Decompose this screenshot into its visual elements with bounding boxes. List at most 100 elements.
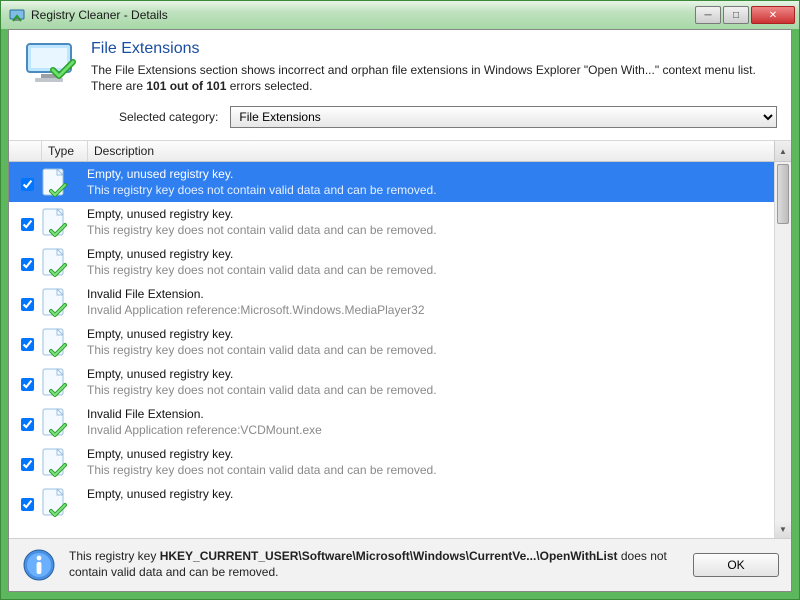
footer-message: This registry key HKEY_CURRENT_USER\Soft… — [69, 549, 681, 580]
row-checkbox-cell — [17, 365, 41, 394]
row-checkbox[interactable] — [21, 378, 34, 391]
file-check-icon — [41, 447, 71, 479]
row-description-cell: Empty, unused registry key. This registr… — [87, 365, 770, 397]
desc-bold: 101 out of 101 — [146, 79, 226, 93]
col-description-header[interactable]: Description — [87, 141, 774, 161]
row-detail: This registry key does not contain valid… — [87, 263, 770, 277]
file-check-icon — [41, 167, 71, 199]
file-check-icon — [41, 407, 71, 439]
row-checkbox[interactable] — [21, 418, 34, 431]
file-check-icon — [41, 367, 71, 399]
close-button[interactable]: ✕ — [751, 6, 795, 24]
row-description-cell: Empty, unused registry key. This registr… — [87, 325, 770, 357]
table-row[interactable]: Empty, unused registry key. This registr… — [9, 162, 774, 202]
scroll-down-arrow[interactable]: ▼ — [775, 521, 791, 538]
row-checkbox[interactable] — [21, 498, 34, 511]
table-row[interactable]: Empty, unused registry key. This registr… — [9, 362, 774, 402]
app-icon — [9, 7, 25, 23]
row-checkbox[interactable] — [21, 298, 34, 311]
column-headers: Type Description ▲ — [9, 140, 791, 162]
vertical-scrollbar[interactable]: ▼ — [774, 162, 791, 538]
ok-button[interactable]: OK — [693, 553, 779, 577]
row-checkbox[interactable] — [21, 258, 34, 271]
row-description-cell: Empty, unused registry key. This registr… — [87, 445, 770, 477]
footer-pre: This registry key — [69, 549, 160, 563]
row-checkbox[interactable] — [21, 218, 34, 231]
row-checkbox[interactable] — [21, 458, 34, 471]
footer-bar: This registry key HKEY_CURRENT_USER\Soft… — [9, 538, 791, 591]
row-checkbox-cell — [17, 445, 41, 474]
list-wrap: Empty, unused registry key. This registr… — [9, 162, 791, 538]
row-detail: This registry key does not contain valid… — [87, 463, 770, 477]
footer-path: HKEY_CURRENT_USER\Software\Microsoft\Win… — [160, 549, 618, 563]
row-checkbox-cell — [17, 245, 41, 274]
file-check-icon — [41, 487, 71, 519]
table-row[interactable]: Empty, unused registry key. This registr… — [9, 442, 774, 482]
scroll-up-arrow[interactable]: ▲ — [774, 141, 791, 161]
row-type-cell — [41, 205, 87, 239]
row-detail: This registry key does not contain valid… — [87, 343, 770, 357]
row-description-cell: Empty, unused registry key. This registr… — [87, 165, 770, 197]
row-checkbox-cell — [17, 165, 41, 194]
file-check-icon — [41, 247, 71, 279]
row-description-cell: Empty, unused registry key. This registr… — [87, 205, 770, 237]
info-icon — [21, 547, 57, 583]
row-type-cell — [41, 285, 87, 319]
row-description-cell: Empty, unused registry key. This registr… — [87, 245, 770, 277]
file-check-icon — [41, 327, 71, 359]
row-type-cell — [41, 165, 87, 199]
row-checkbox[interactable] — [21, 338, 34, 351]
row-checkbox-cell — [17, 285, 41, 314]
window-frame: Registry Cleaner - Details ─ □ ✕ File Ex… — [0, 0, 800, 600]
row-detail: This registry key does not contain valid… — [87, 183, 770, 197]
file-check-icon — [41, 207, 71, 239]
row-title: Empty, unused registry key. — [87, 327, 770, 341]
row-detail: Invalid Application reference:Microsoft.… — [87, 303, 770, 317]
table-row[interactable]: Empty, unused registry key. — [9, 482, 774, 522]
row-type-cell — [41, 245, 87, 279]
row-title: Invalid File Extension. — [87, 407, 770, 421]
header-pane: File Extensions The File Extensions sect… — [9, 30, 791, 98]
table-row[interactable]: Empty, unused registry key. This registr… — [9, 322, 774, 362]
row-checkbox-cell — [17, 405, 41, 434]
minimize-button[interactable]: ─ — [695, 6, 721, 24]
titlebar[interactable]: Registry Cleaner - Details ─ □ ✕ — [1, 1, 799, 29]
table-row[interactable]: Invalid File Extension. Invalid Applicat… — [9, 282, 774, 322]
row-title: Empty, unused registry key. — [87, 447, 770, 461]
row-checkbox-cell — [17, 205, 41, 234]
row-type-cell — [41, 325, 87, 359]
window-title: Registry Cleaner - Details — [31, 8, 693, 22]
category-row: Selected category: File Extensions — [9, 98, 791, 140]
results-list[interactable]: Empty, unused registry key. This registr… — [9, 162, 774, 538]
window-buttons: ─ □ ✕ — [693, 6, 795, 24]
header-text: File Extensions The File Extensions sect… — [91, 40, 777, 94]
row-title: Empty, unused registry key. — [87, 247, 770, 261]
row-type-cell — [41, 365, 87, 399]
table-row[interactable]: Empty, unused registry key. This registr… — [9, 202, 774, 242]
client-area: File Extensions The File Extensions sect… — [8, 29, 792, 592]
row-title: Empty, unused registry key. — [87, 207, 770, 221]
scrollbar-thumb[interactable] — [777, 164, 789, 224]
monitor-check-icon — [23, 40, 79, 88]
row-description-cell: Invalid File Extension. Invalid Applicat… — [87, 405, 770, 437]
row-checkbox[interactable] — [21, 178, 34, 191]
row-description-cell: Invalid File Extension. Invalid Applicat… — [87, 285, 770, 317]
maximize-button[interactable]: □ — [723, 6, 749, 24]
row-detail: Invalid Application reference:VCDMount.e… — [87, 423, 770, 437]
row-type-cell — [41, 445, 87, 479]
table-row[interactable]: Empty, unused registry key. This registr… — [9, 242, 774, 282]
col-type-header[interactable]: Type — [41, 141, 87, 161]
file-check-icon — [41, 287, 71, 319]
row-checkbox-cell — [17, 485, 41, 514]
row-detail: This registry key does not contain valid… — [87, 223, 770, 237]
row-detail: This registry key does not contain valid… — [87, 383, 770, 397]
row-type-cell — [41, 485, 87, 519]
row-title: Empty, unused registry key. — [87, 487, 770, 501]
row-title: Empty, unused registry key. — [87, 167, 770, 181]
table-row[interactable]: Invalid File Extension. Invalid Applicat… — [9, 402, 774, 442]
page-description: The File Extensions section shows incorr… — [91, 62, 777, 94]
row-description-cell: Empty, unused registry key. — [87, 485, 770, 503]
row-title: Empty, unused registry key. — [87, 367, 770, 381]
category-select[interactable]: File Extensions — [230, 106, 777, 128]
category-label: Selected category: — [119, 110, 218, 124]
